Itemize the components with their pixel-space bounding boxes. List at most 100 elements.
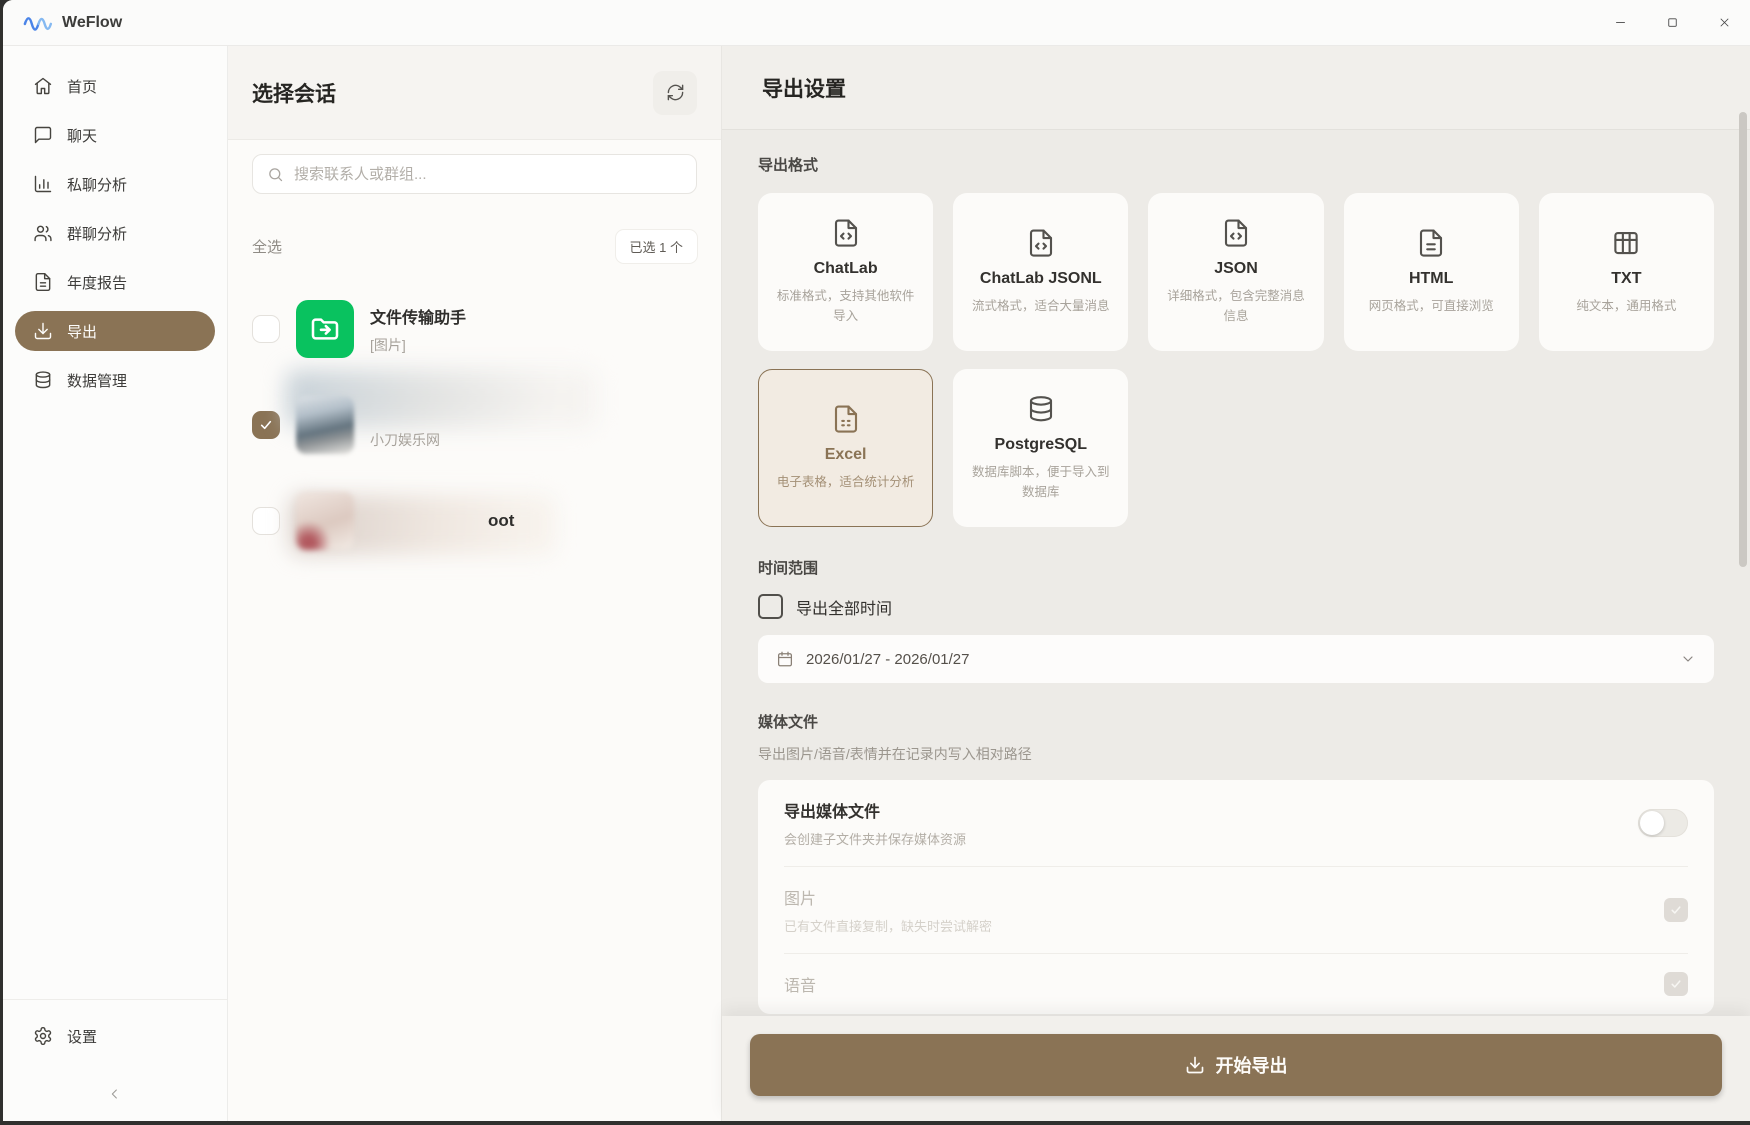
- conversation-text: 小刀娱乐网: [370, 400, 697, 450]
- conversation-text: oot: [370, 511, 697, 531]
- date-range-picker[interactable]: 2026/01/27 - 2026/01/27: [758, 635, 1714, 683]
- sidebar-item-private-analysis[interactable]: 私聊分析: [15, 164, 215, 204]
- close-button[interactable]: [1698, 0, 1750, 45]
- conversation-row-file-transfer[interactable]: 文件传输助手 [图片]: [252, 281, 697, 377]
- format-desc: 网页格式，可直接浏览: [1363, 297, 1500, 316]
- maximize-button[interactable]: [1646, 0, 1698, 45]
- database-icon: [33, 370, 53, 390]
- format-card-chatlab[interactable]: ChatLab 标准格式，支持其他软件导入: [758, 193, 933, 351]
- maximize-icon: [1665, 15, 1680, 30]
- format-card-txt[interactable]: TXT 纯文本，通用格式: [1539, 193, 1714, 351]
- search-input[interactable]: [294, 166, 682, 183]
- blurred-avatar: [296, 492, 354, 550]
- date-range-value: 2026/01/27 - 2026/01/27: [806, 651, 969, 668]
- file-code-icon: [831, 218, 861, 248]
- media-row-text: 导出媒体文件 会创建子文件夹并保存媒体资源: [784, 798, 966, 848]
- format-grid-row1: ChatLab 标准格式，支持其他软件导入 ChatLab JSONL 流式格式…: [758, 193, 1714, 351]
- refresh-button[interactable]: [653, 71, 697, 115]
- format-name: Excel: [825, 446, 867, 464]
- calendar-icon: [776, 650, 794, 668]
- chat-icon: [33, 125, 53, 145]
- export-content: 导出格式 ChatLab 标准格式，支持其他软件导入 ChatLab JSONL…: [722, 130, 1750, 1016]
- format-card-excel[interactable]: Excel 电子表格，适合统计分析: [758, 369, 933, 527]
- media-row-text: 图片 已有文件直接复制，缺失时尝试解密: [784, 885, 992, 935]
- minimize-button[interactable]: [1594, 0, 1646, 45]
- file-spreadsheet-icon: [831, 404, 861, 434]
- sidebar-item-annual-report[interactable]: 年度报告: [15, 262, 215, 302]
- export-header: 导出设置: [722, 46, 1750, 130]
- media-options-card: 导出媒体文件 会创建子文件夹并保存媒体资源 图片 已有文件直接复制，缺失时尝试解…: [758, 780, 1714, 1014]
- export-media-toggle[interactable]: [1638, 809, 1688, 837]
- sidebar-item-label: 导出: [67, 321, 97, 342]
- sidebar-item-label: 设置: [67, 1026, 97, 1047]
- sidebar-divider: [3, 999, 227, 1000]
- sidebar-item-settings[interactable]: 设置: [15, 1016, 215, 1056]
- search-icon: [267, 166, 284, 183]
- select-all-row: 全选 已选 1 个: [252, 230, 697, 263]
- users-icon: [33, 223, 53, 243]
- sidebar-item-label: 群聊分析: [67, 223, 127, 244]
- sidebar-item-group-analysis[interactable]: 群聊分析: [15, 213, 215, 253]
- gear-icon: [33, 1026, 53, 1046]
- conversation-text: 文件传输助手 [图片]: [370, 304, 697, 355]
- export-panel: 导出设置 导出格式 ChatLab 标准格式，支持其他软件导入 ChatLab …: [722, 46, 1750, 1121]
- session-body: 全选 已选 1 个 文件传输助手: [228, 140, 721, 1121]
- blurred-avatar: [296, 396, 354, 454]
- file-transfer-avatar-icon: [296, 300, 354, 358]
- home-icon: [33, 76, 53, 96]
- format-section-label: 导出格式: [758, 154, 1714, 175]
- conversation-list: 文件传输助手 [图片] 小刀娱乐网: [252, 281, 697, 569]
- scrollbar-thumb[interactable]: [1739, 112, 1747, 567]
- all-time-row: 导出全部时间: [758, 594, 1714, 619]
- toggle-knob: [1640, 811, 1664, 835]
- sidebar-item-home[interactable]: 首页: [15, 66, 215, 106]
- session-panel-title: 选择会话: [252, 78, 336, 108]
- conversation-name: oot: [370, 511, 697, 531]
- media-row-export-media: 导出媒体文件 会创建子文件夹并保存媒体资源: [784, 780, 1688, 866]
- format-card-json[interactable]: JSON 详细格式，包含完整消息信息: [1148, 193, 1323, 351]
- sidebar-collapse-button[interactable]: [100, 1081, 130, 1107]
- sidebar-item-label: 数据管理: [67, 370, 127, 391]
- file-code-icon: [1221, 218, 1251, 248]
- conversation-checkbox[interactable]: [252, 507, 280, 535]
- images-checkbox-disabled: [1664, 898, 1688, 922]
- format-card-postgresql[interactable]: PostgreSQL 数据库脚本，便于导入到数据库: [953, 369, 1128, 527]
- time-section-label: 时间范围: [758, 557, 1714, 578]
- start-export-button[interactable]: 开始导出: [750, 1034, 1722, 1096]
- start-export-label: 开始导出: [1216, 1052, 1288, 1078]
- screen: WeFlow 首页 聊天 私聊分析: [0, 0, 1750, 1125]
- sidebar-item-export[interactable]: 导出: [15, 311, 215, 351]
- all-time-checkbox[interactable]: [758, 594, 783, 619]
- conversation-row-blurred-1[interactable]: 小刀娱乐网: [252, 377, 697, 473]
- conversation-checkbox[interactable]: [252, 411, 280, 439]
- minimize-icon: [1613, 15, 1628, 30]
- select-all-button[interactable]: 全选: [252, 236, 282, 257]
- format-name: HTML: [1409, 270, 1453, 288]
- window-controls: [1594, 0, 1750, 45]
- sidebar: 首页 聊天 私聊分析 群聊分析 年度报告 导出: [3, 46, 228, 1121]
- conversation-checkbox[interactable]: [252, 315, 280, 343]
- sidebar-item-data-management[interactable]: 数据管理: [15, 360, 215, 400]
- sidebar-item-label: 年度报告: [67, 272, 127, 293]
- conversation-name: 文件传输助手: [370, 304, 697, 328]
- sidebar-item-chat[interactable]: 聊天: [15, 115, 215, 155]
- media-row-title: 语音: [784, 972, 816, 996]
- table-icon: [1611, 228, 1641, 258]
- sidebar-item-label: 首页: [67, 76, 97, 97]
- check-icon: [258, 417, 274, 433]
- format-name: TXT: [1611, 270, 1641, 288]
- format-name: JSON: [1214, 260, 1258, 278]
- format-desc: 标准格式，支持其他软件导入: [769, 287, 922, 326]
- format-name: PostgreSQL: [995, 436, 1087, 454]
- chevron-left-icon: [107, 1086, 123, 1102]
- format-desc: 详细格式，包含完整消息信息: [1159, 287, 1312, 326]
- export-panel-title: 导出设置: [762, 73, 846, 103]
- media-row-images: 图片 已有文件直接复制，缺失时尝试解密: [784, 866, 1688, 953]
- format-grid-row2: Excel 电子表格，适合统计分析 PostgreSQL 数据库脚本，便于导入到…: [758, 369, 1714, 527]
- format-card-html[interactable]: HTML 网页格式，可直接浏览: [1344, 193, 1519, 351]
- format-card-chatlab-jsonl[interactable]: ChatLab JSONL 流式格式，适合大量消息: [953, 193, 1128, 351]
- conversation-row-blurred-2[interactable]: oot: [252, 473, 697, 569]
- app-title: WeFlow: [62, 14, 122, 32]
- all-time-label: 导出全部时间: [796, 595, 892, 619]
- conversation-last-message: 小刀娱乐网: [370, 430, 697, 450]
